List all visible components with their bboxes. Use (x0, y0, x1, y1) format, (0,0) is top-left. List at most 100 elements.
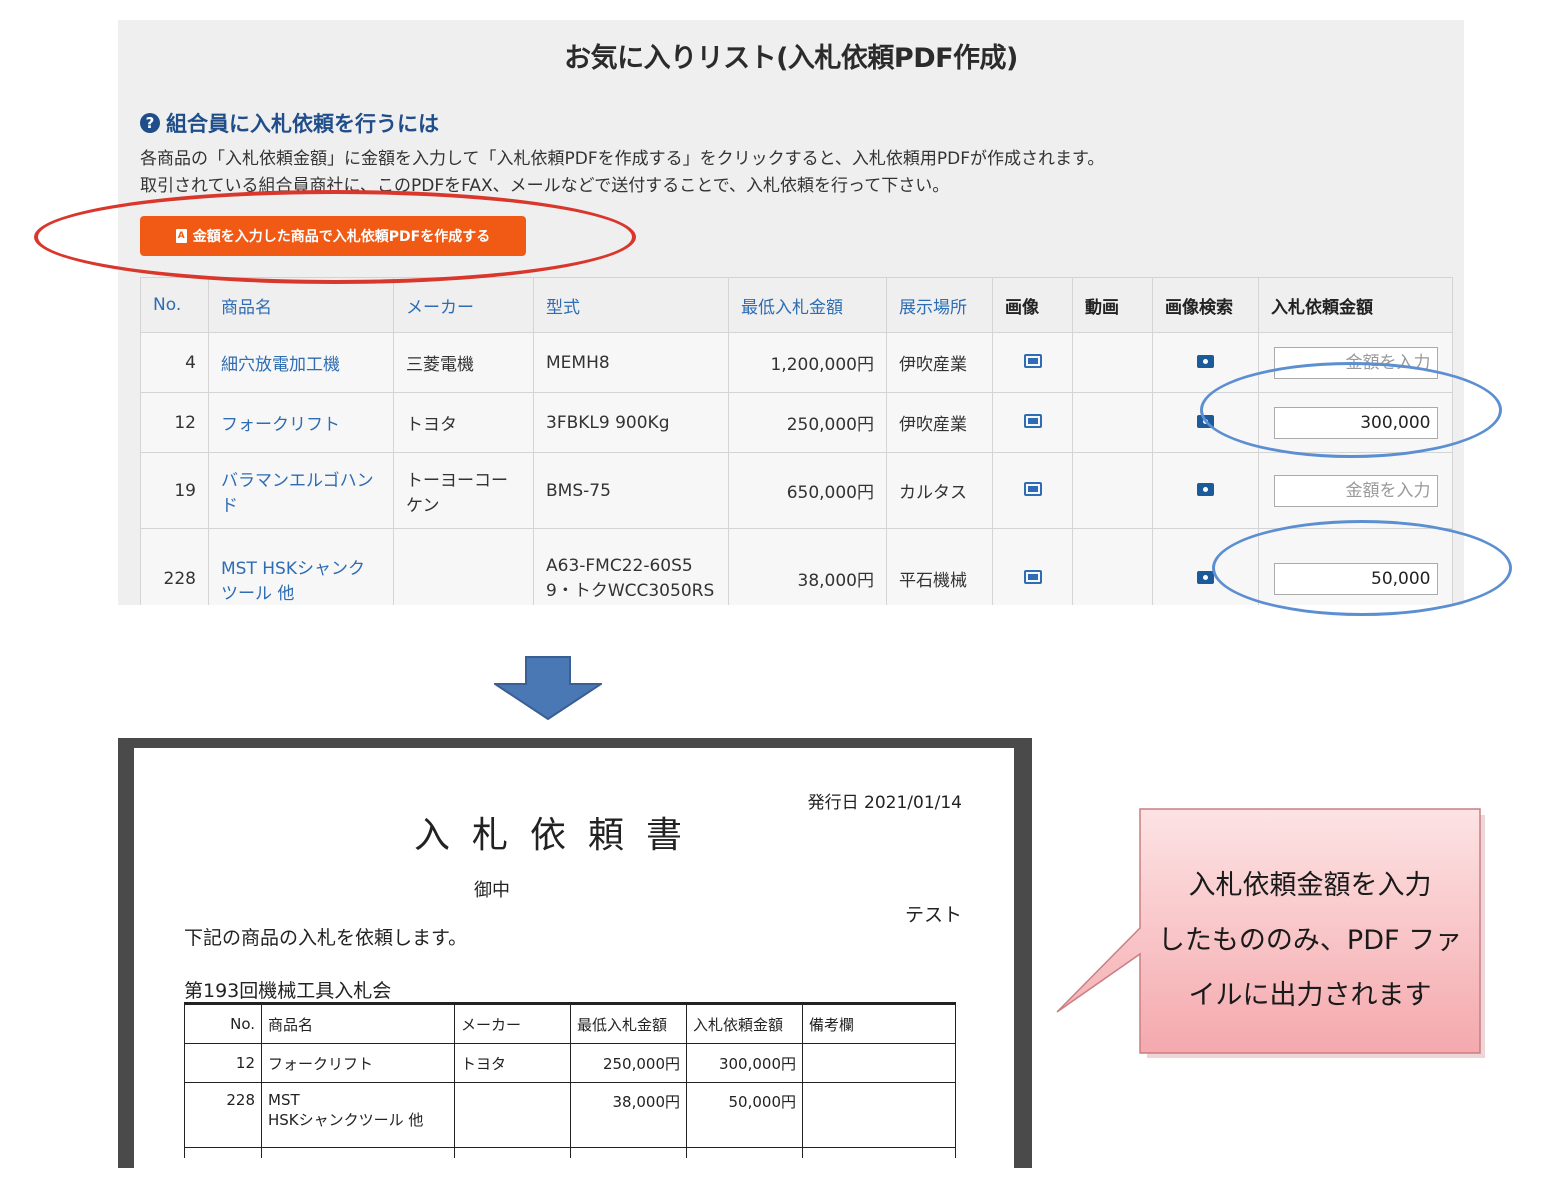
sale-name: 第193回機械工具入札会 (184, 980, 392, 1002)
pdf-table-header: No. 商品名 メーカー 最低入札金額 入札依頼金額 備考欄 (184, 1002, 956, 1044)
header-model[interactable]: 型式 (533, 277, 729, 333)
cell-location: カルタス (886, 452, 993, 529)
pdf-header-bid-amount: 入札依頼金額 (686, 1002, 803, 1044)
cell-no: 228 (140, 528, 209, 605)
cell-no: 19 (140, 452, 209, 529)
header-no[interactable]: No. (140, 277, 209, 333)
cell-model: 3FBKL9 900Kg (533, 392, 729, 453)
cell-min-bid: 650,000円 (728, 452, 887, 529)
pdf-cell-name-line1: MST (268, 1091, 300, 1109)
callout-line-3: イルに出力されます (1188, 980, 1432, 1011)
cell-image (992, 452, 1073, 529)
header-name[interactable]: 商品名 (208, 277, 394, 333)
cell-image (992, 528, 1073, 605)
pdf-header-min-bid: 最低入札金額 (570, 1002, 687, 1044)
cell-video (1072, 452, 1153, 529)
cell-model: MEMH8 (533, 332, 729, 393)
cell-image (992, 392, 1073, 453)
cell-video (1072, 332, 1153, 393)
issue-date: 発行日 2021/01/14 (807, 793, 962, 813)
cell-video (1072, 528, 1153, 605)
cell-min-bid: 250,000円 (728, 392, 887, 453)
header-min-bid[interactable]: 最低入札金額 (728, 277, 887, 333)
image-gallery-icon[interactable] (1023, 569, 1042, 584)
highlight-ellipse-button (34, 190, 636, 284)
cell-no: 4 (140, 332, 209, 393)
pdf-cell-remarks (802, 1043, 956, 1083)
header-location[interactable]: 展示場所 (886, 277, 993, 333)
cell-bid-amount (1258, 452, 1453, 529)
pdf-cell-min-bid: 250,000円 (570, 1043, 687, 1083)
table-header-row: No. 商品名 メーカー 型式 最低入札金額 展示場所 画像 動画 画像検索 入… (140, 277, 1453, 333)
callout-line-2: したもののみ、PDF ファ (1157, 925, 1463, 956)
pdf-cell-maker: トヨタ (454, 1043, 571, 1083)
cell-maker: トーヨーコーケン (393, 452, 534, 529)
pdf-cell-maker (454, 1082, 571, 1148)
pdf-cell-bid-amount: 300,000円 (686, 1043, 803, 1083)
cell-no: 12 (140, 392, 209, 453)
pdf-cell-name-line2: HSKシャンクツール 他 (268, 1111, 424, 1129)
image-gallery-icon[interactable] (1023, 481, 1042, 496)
cell-min-bid: 1,200,000円 (728, 332, 887, 393)
bid-amount-input[interactable] (1273, 474, 1438, 507)
favorites-panel: お気に入りリスト(入札依頼PDF作成) ? 組合員に入札依頼を行うには 各商品の… (118, 20, 1464, 605)
cell-location: 伊吹産業 (886, 392, 993, 453)
help-text-line-1: 各商品の「入札依頼金額」に金額を入力して「入札依頼PDFを作成する」をクリックす… (140, 149, 1105, 169)
question-circle-icon: ? (140, 113, 160, 133)
cell-video (1072, 392, 1153, 453)
pdf-header-remarks: 備考欄 (802, 1002, 956, 1044)
request-text: 下記の商品の入札を依頼します。 (184, 927, 468, 949)
pdf-item-table: No. 商品名 メーカー 最低入札金額 入札依頼金額 備考欄 12 フォークリフ… (184, 1002, 956, 1158)
down-arrow-icon (494, 656, 602, 720)
cell-location: 平石機械 (886, 528, 993, 605)
document-title: 入札依頼書 (414, 815, 705, 856)
product-link[interactable]: フォークリフト (208, 392, 394, 453)
pdf-cell-no: 228 (184, 1082, 262, 1148)
help-heading-text: 組合員に入札依頼を行うには (166, 112, 439, 136)
header-bid-amount: 入札依頼金額 (1258, 277, 1453, 333)
pdf-cell-min-bid: 38,000円 (570, 1082, 687, 1148)
cell-maker (393, 528, 534, 605)
cell-maker: 三菱電機 (393, 332, 534, 393)
pdf-cell-bid-amount: 50,000円 (686, 1082, 803, 1148)
product-link[interactable]: バラマンエルゴハンド (208, 452, 394, 529)
image-gallery-icon[interactable] (1023, 413, 1042, 428)
image-gallery-icon[interactable] (1023, 353, 1042, 368)
page-title: お気に入りリスト(入札依頼PDF作成) (564, 43, 1018, 74)
product-link[interactable]: MST HSKシャンクツール 他 (208, 528, 394, 605)
pdf-cell-remarks (802, 1082, 956, 1148)
pdf-table-row: 12 フォークリフト トヨタ 250,000円 300,000円 (184, 1043, 956, 1083)
cell-image-search (1152, 452, 1259, 529)
header-video: 動画 (1072, 277, 1153, 333)
callout-line-1: 入札依頼金額を入力 (1188, 870, 1432, 901)
pdf-page: 発行日 2021/01/14 入札依頼書 御中 テスト 下記の商品の入札を依頼し… (134, 748, 1014, 1178)
product-link[interactable]: 細穴放電加工機 (208, 332, 394, 393)
table-row: 19 バラマンエルゴハンド トーヨーコーケン BMS-75 650,000円 カ… (140, 452, 1453, 529)
highlight-ellipse-bid-2 (1212, 520, 1512, 616)
header-image-search: 画像検索 (1152, 277, 1259, 333)
pdf-cell-no: 12 (184, 1043, 262, 1083)
pdf-header-maker: メーカー (454, 1002, 571, 1044)
cell-model: BMS-75 (533, 452, 729, 529)
camera-icon[interactable] (1197, 482, 1214, 496)
sender: テスト (904, 904, 962, 926)
camera-icon[interactable] (1197, 570, 1214, 584)
pdf-viewer: 発行日 2021/01/14 入札依頼書 御中 テスト 下記の商品の入札を依頼し… (118, 738, 1032, 1178)
callout-text: 入札依頼金額を入力 したもののみ、PDF ファ イルに出力されます (1140, 858, 1480, 1023)
header-maker[interactable]: メーカー (393, 277, 534, 333)
help-heading: ? 組合員に入札依頼を行うには (140, 108, 439, 138)
highlight-ellipse-bid-1 (1200, 362, 1502, 458)
camera-icon[interactable] (1197, 354, 1214, 368)
header-image: 画像 (992, 277, 1073, 333)
pdf-table-row: 228 MST HSKシャンクツール 他 38,000円 50,000円 (184, 1082, 956, 1148)
cell-min-bid: 38,000円 (728, 528, 887, 605)
cell-model: A63-FMC22-60S59・トクWCC3050RS (533, 528, 729, 605)
pdf-cell-name: MST HSKシャンクツール 他 (261, 1082, 455, 1148)
cell-image (992, 332, 1073, 393)
recipient: 御中 (474, 880, 510, 901)
pdf-table-row (184, 1147, 956, 1158)
cell-location: 伊吹産業 (886, 332, 993, 393)
pdf-header-name: 商品名 (261, 1002, 455, 1044)
pdf-cell-name: フォークリフト (261, 1043, 455, 1083)
pdf-header-no: No. (184, 1002, 262, 1044)
